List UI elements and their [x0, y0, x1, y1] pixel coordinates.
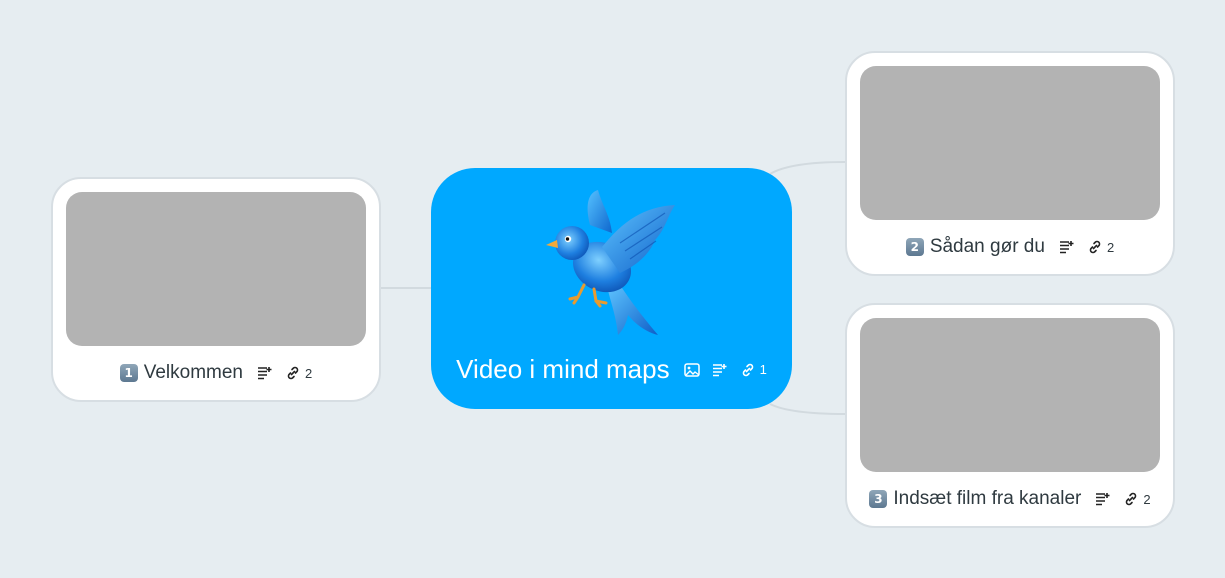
connector-root-to-topic-3 [769, 403, 846, 415]
notes-icon[interactable] [712, 363, 728, 377]
topic-node-velkommen[interactable]: 1 Velkommen 2 [51, 177, 381, 402]
image-icon[interactable] [683, 362, 700, 377]
link-icon[interactable] [740, 362, 756, 378]
link-count: 2 [1143, 491, 1151, 507]
link-icon[interactable] [1087, 239, 1103, 255]
link-icon[interactable] [285, 365, 301, 381]
topic-node-indsaet-film[interactable]: 3 Indsæt film fra kanaler 2 [845, 303, 1175, 528]
video-thumbnail[interactable] [66, 192, 366, 346]
link-icon[interactable] [1123, 491, 1139, 507]
link-count: 2 [305, 365, 313, 381]
number-badge: 3 [869, 490, 888, 508]
root-title[interactable]: Video i mind maps [456, 354, 669, 385]
link-count: 1 [759, 362, 767, 377]
notes-icon[interactable] [1059, 240, 1075, 254]
connector-root-to-topic-2 [769, 161, 846, 175]
number-badge: 1 [119, 364, 138, 382]
notes-icon[interactable] [1095, 492, 1111, 506]
topic-title[interactable]: Indsæt film fra kanaler [893, 488, 1081, 510]
link-count: 2 [1106, 239, 1115, 255]
notes-icon[interactable] [257, 366, 273, 380]
topic-node-sadan-gor-du[interactable]: 2 Sådan gør du 2 [845, 51, 1175, 276]
topic-title[interactable]: Sådan gør du [930, 236, 1045, 258]
bird-icon [546, 190, 675, 335]
topic-title[interactable]: Velkommen [144, 362, 243, 384]
video-thumbnail[interactable] [860, 318, 1160, 472]
video-thumbnail[interactable] [860, 66, 1160, 220]
number-badge: 2 [905, 238, 924, 256]
